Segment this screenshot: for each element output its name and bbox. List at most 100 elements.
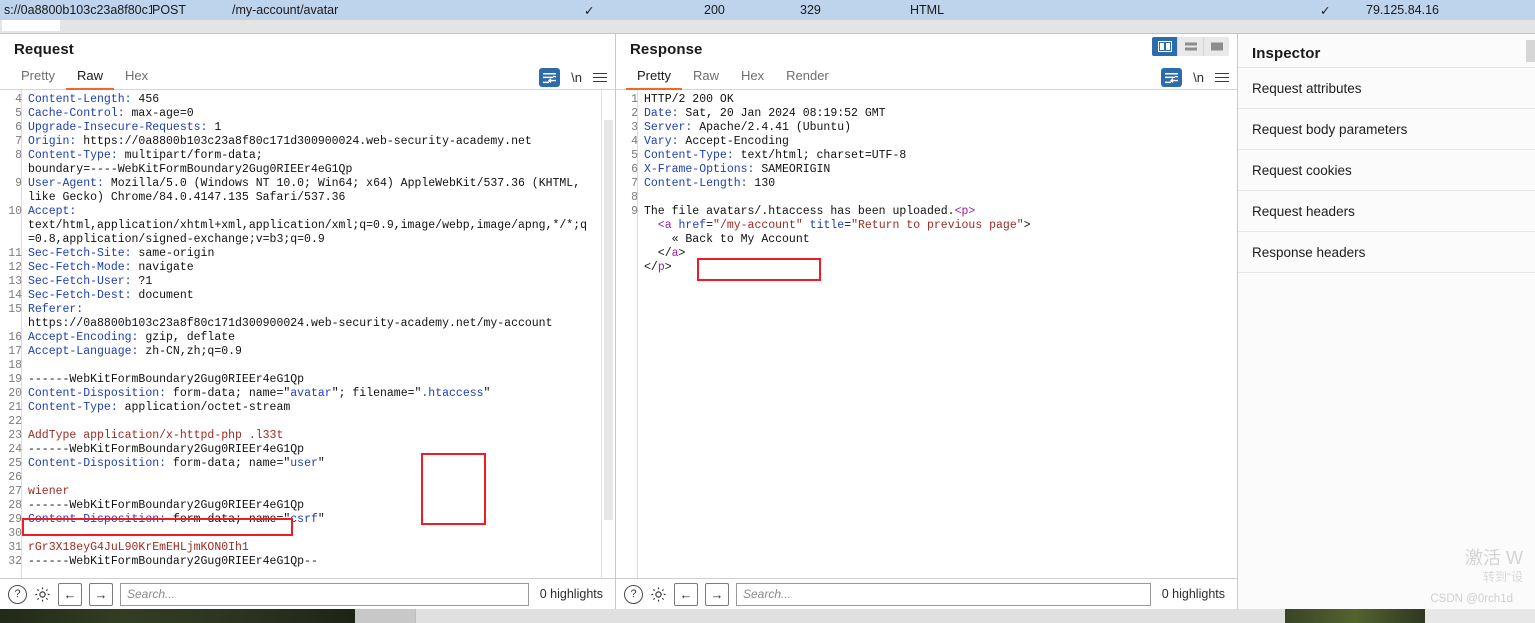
- line-number: 19: [8, 373, 22, 386]
- code-token: csrf: [290, 513, 318, 526]
- line-number: 25: [8, 457, 22, 470]
- code-line: 3 Server: Apache/2.4.41 (Ubuntu): [616, 121, 1237, 135]
- line-number: 6: [631, 163, 638, 176]
- request-scrollbar-thumb[interactable]: [604, 120, 613, 520]
- request-newline-toggle[interactable]: \n: [571, 70, 582, 85]
- line-text: ------WebKitFormBoundary2Gug0RIEEr4eG1Qp: [28, 443, 304, 457]
- response-help-icon[interactable]: ?: [624, 584, 643, 604]
- code-line: 6 Upgrade-Insecure-Requests: 1: [0, 121, 615, 135]
- line-number: 5: [15, 107, 22, 120]
- line-number: 8: [15, 149, 22, 162]
- inspector-section-request-body-parameters[interactable]: Request body parameters: [1238, 109, 1535, 150]
- line-number: 28: [8, 499, 22, 512]
- code-line: 4 Vary: Accept-Encoding: [616, 135, 1237, 149]
- history-mime-cell: HTML: [910, 3, 945, 17]
- line-number: 16: [8, 331, 22, 344]
- response-tab-hex[interactable]: Hex: [730, 66, 775, 90]
- response-editor[interactable]: 1 HTTP/2 200 OK 2 Date: Sat, 20 Jan 2024 08…: [616, 90, 1237, 578]
- response-tab-render[interactable]: Render: [775, 66, 840, 90]
- code-token: ": [483, 387, 491, 400]
- code-token: 456: [131, 93, 160, 106]
- code-token: </: [644, 261, 658, 274]
- code-line: 21 Content-Type: application/octet-stream: [0, 401, 615, 415]
- request-code-lines: 4 Content-Length: 456 5 Cache-Control: max-…: [0, 93, 615, 573]
- line-text: text/html,application/xhtml+xml,applicat…: [28, 219, 587, 233]
- request-help-icon[interactable]: ?: [8, 584, 27, 604]
- proxy-history-selected-row[interactable]: s://0a8800b103c23a8f80c17... POST /my-ac…: [0, 0, 1535, 21]
- line-text: =0.8,application/signed-exchange;v=b3;q=…: [28, 233, 325, 247]
- response-search-prev-button[interactable]: ←: [674, 582, 698, 606]
- code-line: 12 Sec-Fetch-Mode: navigate: [0, 261, 615, 275]
- inspector-section-request-headers[interactable]: Request headers: [1238, 191, 1535, 232]
- response-search-next-button[interactable]: →: [705, 582, 729, 606]
- code-token: <: [644, 219, 665, 232]
- code-token: >: [664, 261, 672, 274]
- code-line: 22: [0, 415, 615, 429]
- line-number: 6: [15, 121, 22, 134]
- request-search-input[interactable]: [120, 582, 529, 606]
- code-line: boundary=----WebKitFormBoundary2Gug0RIEE…: [0, 163, 615, 177]
- line-text: Content-Type: application/octet-stream: [28, 401, 290, 415]
- single-pane-layout-button[interactable]: [1204, 37, 1229, 56]
- response-newline-toggle[interactable]: \n: [1193, 70, 1204, 85]
- response-hamburger-menu-icon[interactable]: [1215, 72, 1229, 83]
- response-gear-icon[interactable]: [650, 586, 667, 603]
- line-number: 14: [8, 289, 22, 302]
- response-tabbar: Pretty Raw Hex Render \n: [616, 37, 1237, 90]
- code-line: 25 Content-Disposition: form-data; name="…: [0, 457, 615, 471]
- code-line: 7 Origin: https://0a8800b103c23a8f80c171d…: [0, 135, 615, 149]
- response-tabbar-actions: \n: [1161, 68, 1229, 87]
- code-line: 10 Accept:: [0, 205, 615, 219]
- code-token: Accept:: [28, 205, 77, 218]
- request-search-prev-button[interactable]: ←: [58, 582, 82, 606]
- code-token: .htaccess: [421, 387, 484, 400]
- code-line: 5 Content-Type: text/html; charset=UTF-8: [616, 149, 1237, 163]
- line-number: 9: [15, 177, 22, 190]
- line-number: 21: [8, 401, 22, 414]
- code-line: « Back to My Account: [616, 233, 1237, 247]
- inspector-section-response-headers[interactable]: Response headers: [1238, 232, 1535, 273]
- code-token: =0.8,application/signed-exchange;v=b3;q=…: [28, 233, 325, 246]
- request-gear-icon[interactable]: [34, 586, 51, 603]
- inspector-section-request-cookies[interactable]: Request cookies: [1238, 150, 1535, 191]
- inspector-section-request-attributes[interactable]: Request attributes: [1238, 68, 1535, 109]
- request-search-next-button[interactable]: →: [89, 582, 113, 606]
- code-token: https://0a8800b103c23a8f80c171d300900024…: [28, 317, 553, 330]
- inspector-pane: Inspector Request attributes Request bod…: [1238, 34, 1535, 609]
- request-tab-pretty[interactable]: Pretty: [10, 66, 66, 90]
- line-number: 27: [8, 485, 22, 498]
- code-line: 8: [616, 191, 1237, 205]
- line-text: Content-Length: 456: [28, 93, 159, 107]
- inspector-collapse-handle[interactable]: [1526, 39, 1535, 62]
- request-hamburger-menu-icon[interactable]: [593, 72, 607, 83]
- request-tab-raw[interactable]: Raw: [65, 66, 114, 90]
- line-text: wiener: [28, 485, 69, 499]
- code-line: 16 Accept-Encoding: gzip, deflate: [0, 331, 615, 345]
- request-word-wrap-icon[interactable]: [539, 68, 561, 87]
- response-search-input[interactable]: [736, 582, 1151, 606]
- code-line: 6 X-Frame-Options: SAMEORIGIN: [616, 163, 1237, 177]
- code-line: 32 ------WebKitFormBoundary2Gug0RIEEr4eG1…: [0, 555, 615, 569]
- code-token: rGr3X18eyG4JuL90KrEmEHLjmKON0Ih1: [28, 541, 249, 554]
- line-number: 7: [631, 177, 638, 190]
- code-token: boundary=----WebKitFormBoundary2Gug0RIEE…: [28, 163, 353, 176]
- line-number: 31: [8, 541, 22, 554]
- code-line: 20 Content-Disposition: form-data; name="…: [0, 387, 615, 401]
- response-tab-raw[interactable]: Raw: [682, 66, 730, 90]
- request-tab-hex[interactable]: Hex: [114, 66, 159, 90]
- line-text: Content-Disposition: form-data; name="cs…: [28, 513, 325, 527]
- line-text: Vary: Accept-Encoding: [644, 135, 789, 149]
- response-tab-pretty[interactable]: Pretty: [626, 66, 682, 90]
- code-token: ------WebKitFormBoundary2Gug0RIEEr4eG1Qp…: [28, 555, 318, 568]
- code-token: avatar: [290, 387, 332, 400]
- code-line: 26: [0, 471, 615, 485]
- request-vertical-scrollbar[interactable]: [601, 90, 615, 578]
- layout-switch-group: [1152, 37, 1229, 56]
- response-word-wrap-icon[interactable]: [1161, 68, 1183, 87]
- split-horizontal-layout-button[interactable]: [1178, 37, 1204, 56]
- request-editor[interactable]: 4 Content-Length: 456 5 Cache-Control: max-…: [0, 90, 615, 578]
- code-line: 4 Content-Length: 456: [0, 93, 615, 107]
- code-token: application/octet-stream: [117, 401, 291, 414]
- split-vertical-layout-button[interactable]: [1152, 37, 1178, 56]
- code-line: 13 Sec-Fetch-User: ?1: [0, 275, 615, 289]
